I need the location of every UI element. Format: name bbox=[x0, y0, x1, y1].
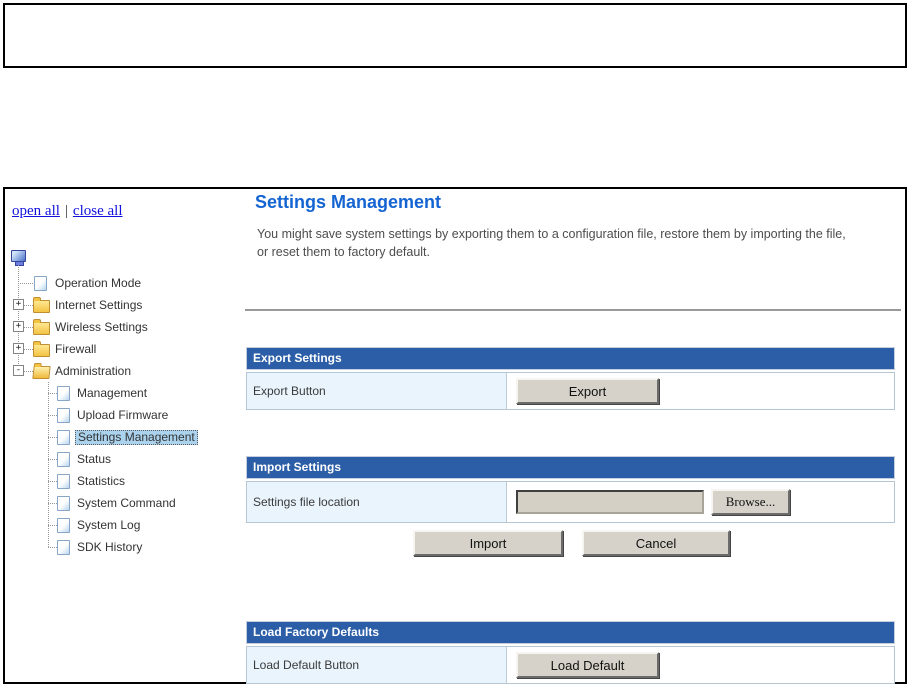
load-factory-defaults-section: Load Factory Defaults Load Default Butto… bbox=[246, 621, 895, 684]
import-settings-section: Import Settings Settings file location B… bbox=[246, 456, 895, 523]
folder-icon bbox=[33, 341, 50, 357]
page-icon bbox=[57, 430, 70, 445]
tree-item-label: Operation Mode bbox=[55, 276, 142, 290]
tree-item-sdk-history[interactable]: SDK History bbox=[5, 536, 251, 558]
page-icon bbox=[57, 496, 70, 511]
tree-connector bbox=[48, 481, 57, 482]
page-description: You might save system settings by export… bbox=[257, 227, 846, 259]
page-icon bbox=[57, 452, 70, 467]
import-settings-row: Settings file location Browse... bbox=[246, 481, 895, 523]
divider bbox=[245, 309, 901, 311]
load-default-row-label: Load Default Button bbox=[247, 647, 507, 683]
load-default-button[interactable]: Load Default bbox=[516, 652, 659, 678]
browse-button[interactable]: Browse... bbox=[711, 489, 790, 515]
tree-connector bbox=[18, 283, 33, 284]
settings-file-input[interactable] bbox=[516, 490, 704, 514]
export-settings-header: Export Settings bbox=[246, 347, 895, 370]
tree-item-upload-firmware[interactable]: Upload Firmware bbox=[5, 404, 251, 426]
tree-connector bbox=[24, 349, 33, 350]
page-icon bbox=[57, 386, 70, 401]
load-factory-defaults-header: Load Factory Defaults bbox=[246, 621, 895, 644]
export-settings-section: Export Settings Export Button Export bbox=[246, 347, 895, 410]
page-title: Settings Management bbox=[255, 192, 442, 212]
page-icon bbox=[57, 474, 70, 489]
tree-item-wireless-settings[interactable]: + Wireless Settings bbox=[5, 316, 251, 338]
computer-screen bbox=[11, 250, 26, 262]
tree-item-label: System Log bbox=[77, 518, 141, 532]
expand-icon[interactable]: + bbox=[13, 343, 24, 354]
content-panel: Settings Management You might save syste… bbox=[245, 189, 905, 684]
export-row-label: Export Button bbox=[247, 373, 507, 409]
tree-item-label: Firewall bbox=[55, 342, 97, 356]
folder-icon bbox=[33, 319, 50, 335]
main-panel: open all | close all Operation Mode + In… bbox=[3, 187, 907, 684]
page-icon bbox=[34, 276, 47, 291]
tree-rows: Operation Mode + Internet Settings + Wir… bbox=[5, 272, 251, 558]
tree-item-label: Management bbox=[77, 386, 148, 400]
link-separator: | bbox=[64, 203, 68, 219]
tree-item-label: Administration bbox=[55, 364, 132, 378]
tree-item-system-log[interactable]: System Log bbox=[5, 514, 251, 536]
load-default-row-value: Load Default bbox=[507, 647, 894, 683]
expand-icon[interactable]: + bbox=[13, 321, 24, 332]
tree-item-label: Internet Settings bbox=[55, 298, 143, 312]
tree-item-system-command[interactable]: System Command bbox=[5, 492, 251, 514]
tree-item-label: Status bbox=[77, 452, 112, 466]
tree-item-internet-settings[interactable]: + Internet Settings bbox=[5, 294, 251, 316]
export-settings-row: Export Button Export bbox=[246, 372, 895, 410]
tree-connector bbox=[48, 503, 57, 504]
page-icon bbox=[57, 540, 70, 555]
tree-item-label-selected: Settings Management bbox=[75, 430, 198, 445]
tree-controls: open all | close all bbox=[12, 203, 123, 220]
tree-connector bbox=[48, 437, 57, 438]
tree-item-label: Upload Firmware bbox=[77, 408, 169, 422]
load-defaults-row: Load Default Button Load Default bbox=[246, 646, 895, 684]
navigation-tree: Operation Mode + Internet Settings + Wir… bbox=[5, 250, 251, 570]
tree-item-administration[interactable]: - Administration bbox=[5, 360, 251, 382]
tree-connector bbox=[48, 547, 57, 548]
tree-connector bbox=[24, 371, 33, 372]
cancel-button[interactable]: Cancel bbox=[582, 530, 730, 556]
tree-item-operation-mode[interactable]: Operation Mode bbox=[5, 272, 251, 294]
tree-item-statistics[interactable]: Statistics bbox=[5, 470, 251, 492]
export-button[interactable]: Export bbox=[516, 378, 659, 404]
tree-item-label: SDK History bbox=[77, 540, 143, 554]
expand-icon[interactable]: + bbox=[13, 299, 24, 310]
computer-icon bbox=[11, 250, 27, 266]
export-row-value: Export bbox=[507, 373, 894, 409]
sidebar: open all | close all Operation Mode + In… bbox=[5, 189, 251, 682]
page-icon bbox=[57, 408, 70, 423]
import-row-label: Settings file location bbox=[247, 482, 507, 522]
top-banner-box bbox=[3, 3, 907, 68]
tree-connector bbox=[48, 525, 57, 526]
tree-connector bbox=[24, 305, 33, 306]
import-actions: Import Cancel bbox=[246, 530, 897, 556]
open-all-link[interactable]: open all bbox=[12, 203, 60, 219]
tree-connector bbox=[48, 393, 57, 394]
tree-item-label: Wireless Settings bbox=[55, 320, 148, 334]
page-icon bbox=[57, 518, 70, 533]
tree-item-firewall[interactable]: + Firewall bbox=[5, 338, 251, 360]
folder-icon bbox=[33, 297, 50, 313]
tree-item-settings-management[interactable]: Settings Management bbox=[5, 426, 251, 448]
tree-connector bbox=[24, 327, 33, 328]
import-settings-header: Import Settings bbox=[246, 456, 895, 479]
open-folder-icon bbox=[32, 366, 51, 379]
collapse-icon[interactable]: - bbox=[13, 365, 24, 376]
close-all-link[interactable]: close all bbox=[73, 203, 123, 219]
tree-connector bbox=[48, 415, 57, 416]
import-button[interactable]: Import bbox=[413, 530, 563, 556]
tree-item-label: System Command bbox=[77, 496, 176, 510]
tree-item-label: Statistics bbox=[77, 474, 126, 488]
tree-item-management[interactable]: Management bbox=[5, 382, 251, 404]
tree-connector bbox=[48, 459, 57, 460]
computer-stand bbox=[14, 262, 24, 266]
import-row-value: Browse... bbox=[507, 482, 894, 522]
tree-item-status[interactable]: Status bbox=[5, 448, 251, 470]
